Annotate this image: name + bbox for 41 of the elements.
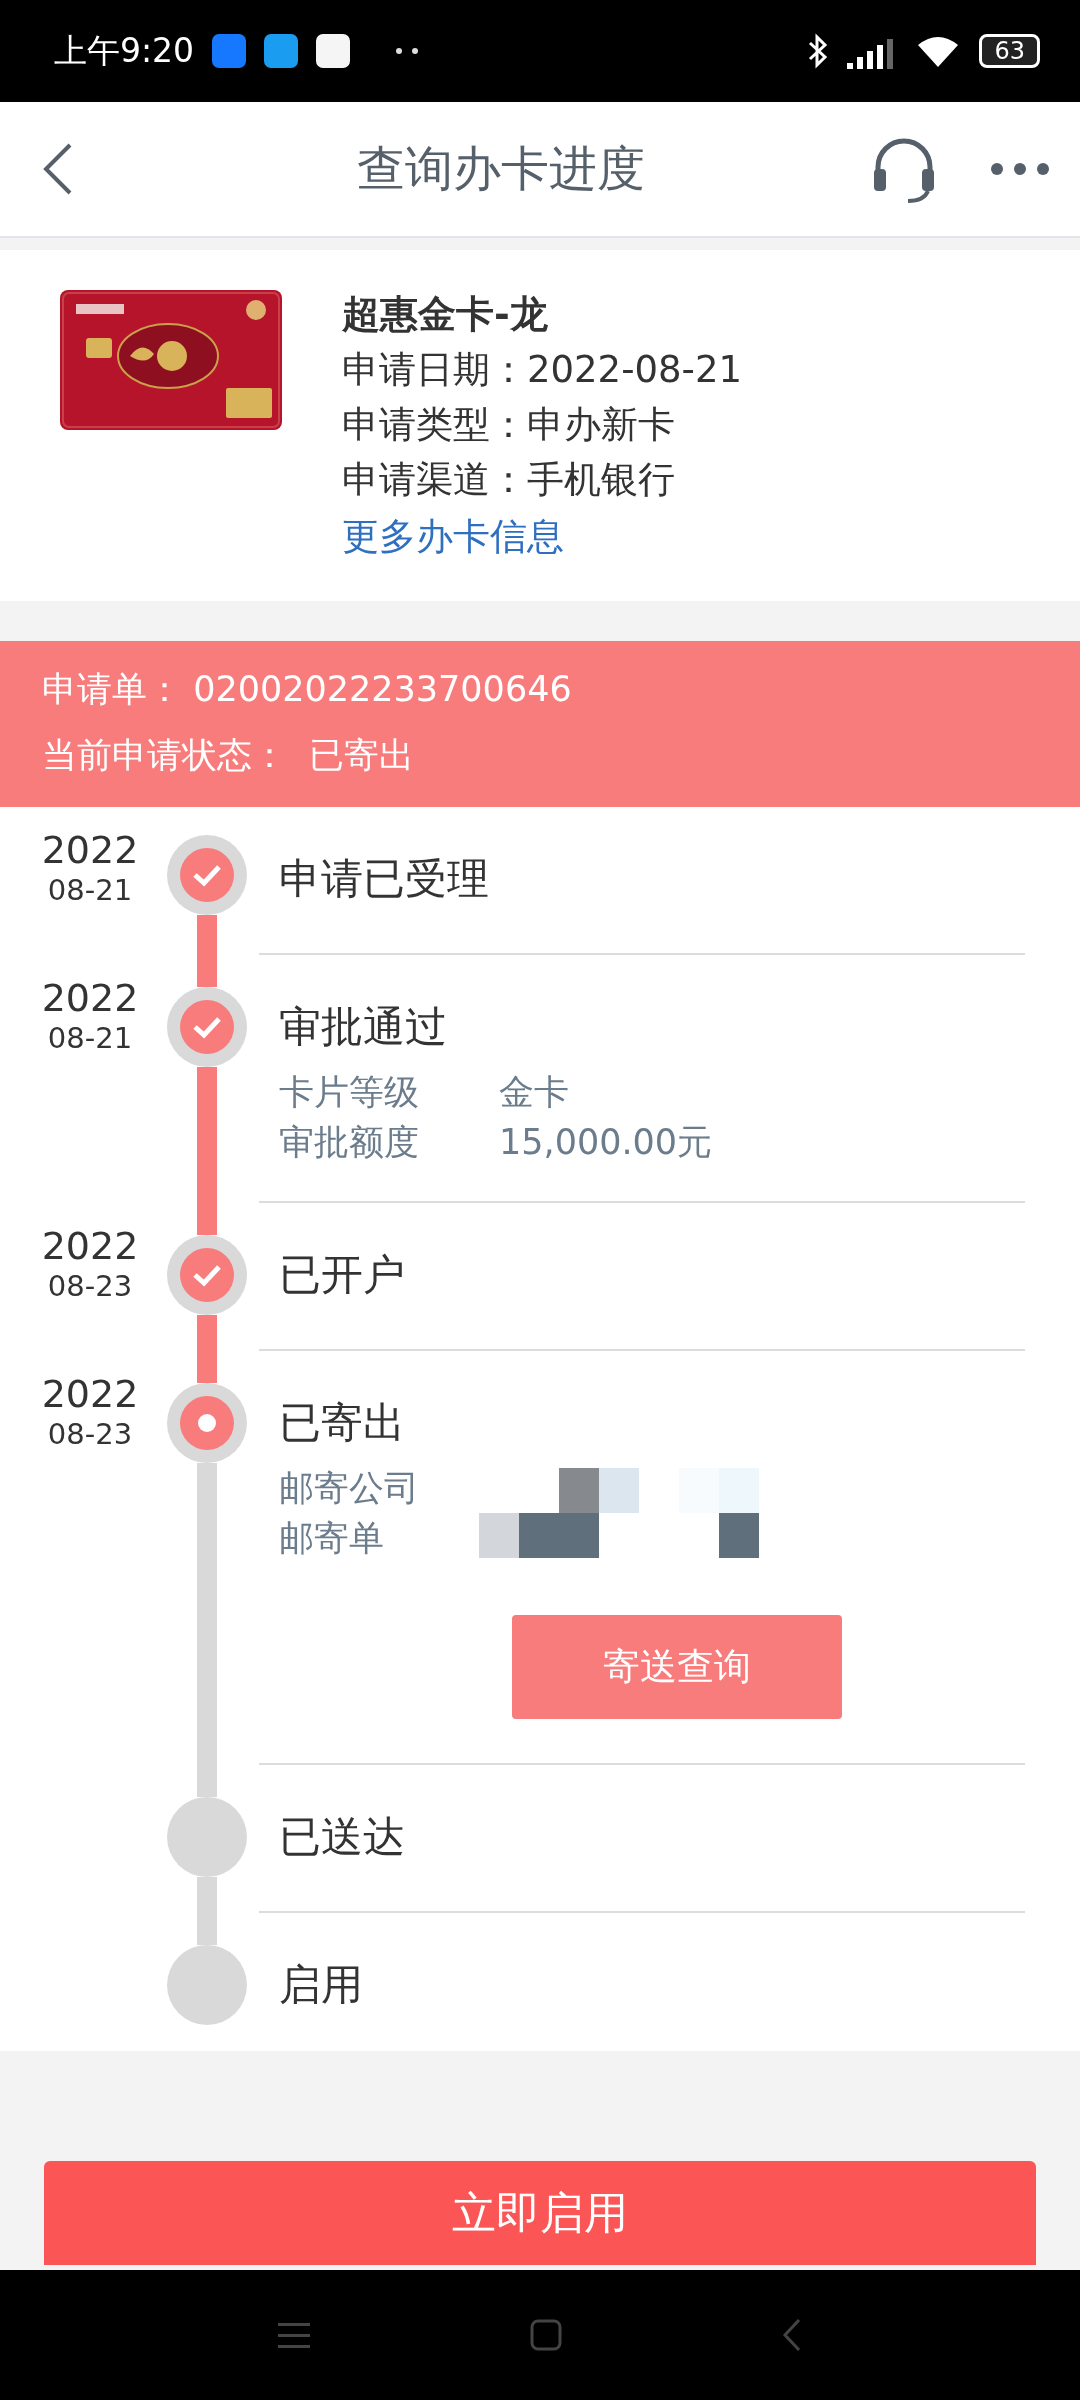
detail-label: 审批额度 bbox=[279, 1121, 420, 1164]
step-year: 2022 bbox=[41, 975, 139, 1021]
check-icon bbox=[192, 863, 222, 887]
app-icon bbox=[264, 34, 299, 68]
step-title: 已开户 bbox=[279, 1249, 406, 1301]
step-title: 启用 bbox=[279, 1959, 364, 2011]
more-info-link[interactable]: 更多办卡信息 bbox=[342, 507, 743, 567]
detail-label: 邮寄单 bbox=[279, 1517, 385, 1560]
card-name: 超惠金卡-龙 bbox=[342, 291, 549, 338]
step-title: 审批通过 bbox=[279, 1001, 448, 1053]
detail-label: 邮寄公司 bbox=[279, 1467, 420, 1510]
battery-indicator: 63 bbox=[979, 34, 1040, 68]
more-notifications-icon bbox=[396, 48, 419, 54]
detail-label: 卡片等级 bbox=[279, 1071, 420, 1114]
app-icon bbox=[316, 34, 351, 68]
more-icon[interactable] bbox=[990, 162, 1050, 176]
shipping-query-button[interactable]: 寄送查询 bbox=[512, 1615, 842, 1719]
detail-value: 15,000.00元 bbox=[499, 1121, 713, 1164]
step-date: 08-21 bbox=[47, 1021, 133, 1055]
activate-button[interactable]: 立即启用 bbox=[44, 2161, 1036, 2265]
step-title: 申请已受理 bbox=[279, 853, 490, 905]
page-title: 查询办卡进度 bbox=[356, 139, 646, 198]
step-title: 已送达 bbox=[279, 1811, 406, 1863]
step-date: 08-23 bbox=[47, 1417, 133, 1451]
check-icon bbox=[192, 1263, 222, 1287]
application-number: 申请单： 02002022233700646 bbox=[42, 668, 573, 711]
step-date: 08-21 bbox=[47, 873, 133, 907]
step-year: 2022 bbox=[41, 1371, 139, 1417]
step-date: 08-23 bbox=[47, 1269, 133, 1303]
app-icon bbox=[212, 34, 247, 68]
check-icon bbox=[192, 1015, 222, 1039]
step-year: 2022 bbox=[41, 827, 139, 873]
card-info-line: 申请渠道：手机银行 bbox=[342, 457, 676, 503]
step-title: 已寄出 bbox=[279, 1397, 406, 1449]
application-status: 当前申请状态： 已寄出 bbox=[42, 734, 416, 777]
card-info-line: 申请日期：2022-08-21 bbox=[342, 347, 743, 393]
step-year: 2022 bbox=[41, 1223, 139, 1269]
status-time: 上午9:20 bbox=[54, 29, 195, 72]
card-info-line: 申请类型：申办新卡 bbox=[342, 402, 676, 448]
bluetooth-icon bbox=[807, 33, 830, 69]
detail-value: 金卡 bbox=[499, 1071, 570, 1114]
